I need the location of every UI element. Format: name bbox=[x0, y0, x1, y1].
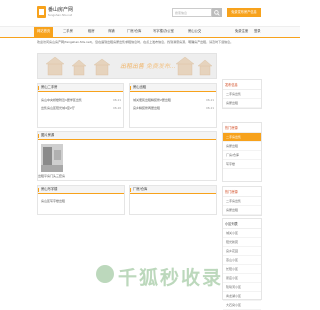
sidebar-communities: 小区列表 城关小区 阳光新苑 良乡花园 燕山小区 长阳小区 窦店小区 琉璃河小区… bbox=[222, 218, 262, 310]
publish-button[interactable]: 免费发布房产信息 bbox=[227, 8, 261, 17]
main-nav: 网站首页 二手房 租房 商铺 厂房/仓库 写字楼/办公室 房山公交 免费注册 登… bbox=[0, 26, 300, 38]
nav-bus[interactable]: 房山公交 bbox=[188, 27, 201, 37]
nav-shop[interactable]: 商铺 bbox=[108, 27, 115, 37]
sidebar-publish: 发布信息 二手房出售 房屋出租 bbox=[222, 79, 262, 109]
panel-rent: 房山出租 城关便民出租精装修2居出租 08-21 良乡精装修两居出租 08-21 bbox=[129, 83, 217, 128]
sidebar-item[interactable]: 二手房出售 bbox=[223, 197, 261, 206]
nav-factory[interactable]: 厂房/仓库 bbox=[127, 27, 141, 37]
sidebar-item[interactable]: 琉璃河小区 bbox=[223, 283, 261, 292]
sidebar-item[interactable]: 良乡花园 bbox=[223, 247, 261, 256]
search-input[interactable]: 搜索信息 bbox=[172, 8, 212, 17]
panel-title: 房山写字楼 bbox=[38, 186, 124, 194]
banner-text-1: 出租出售 bbox=[120, 63, 145, 70]
sidebar-item[interactable]: 二手房出售 bbox=[223, 90, 261, 99]
nav-register[interactable]: 免费注册 bbox=[235, 27, 248, 37]
house-logo-icon bbox=[37, 6, 46, 18]
sidebar-hot-2: 热门房源 二手房出售 房屋出租 bbox=[222, 186, 262, 216]
list-item[interactable]: 出售房山区阳光城4室2厅 bbox=[41, 106, 75, 110]
banner-text-2: 免费发布... bbox=[145, 63, 176, 70]
photo-caption[interactable]: 出租平房门头三套房 bbox=[38, 174, 65, 178]
list-date: 08-21 bbox=[113, 98, 122, 102]
logo-url: fangshan.fzls.net bbox=[48, 13, 73, 17]
watermark-text: 千狐秒收录 bbox=[118, 267, 224, 289]
listing-photo[interactable] bbox=[41, 144, 63, 172]
list-item[interactable]: 房山中央桥楼附近1居学区出售 bbox=[41, 98, 82, 102]
nav-login[interactable]: 登录 bbox=[254, 27, 261, 37]
site-logo[interactable]: 番山房产网 fangshan.fzls.net bbox=[37, 6, 77, 20]
sidebar-item[interactable]: 二手房出售 bbox=[223, 133, 261, 142]
list-date: 08-20 bbox=[113, 106, 122, 110]
panel-factory: 厂房/仓库 bbox=[129, 185, 217, 215]
panel-second-hand: 房山二手房 房山中央桥楼附近1居学区出售 08-21 出售房山区阳光城4室2厅 … bbox=[37, 83, 124, 128]
watermark-logo-icon bbox=[96, 265, 114, 283]
nav-second-hand[interactable]: 二手房 bbox=[63, 27, 73, 37]
logo-title: 番山房产网 bbox=[48, 7, 74, 13]
panel-title: 房山出租 bbox=[130, 84, 216, 92]
sidebar-title: 发布信息 bbox=[223, 80, 261, 90]
banner[interactable]: 出租出售 免费发布... bbox=[37, 53, 217, 79]
room-photo-icon bbox=[41, 144, 63, 172]
search-placeholder: 搜索信息 bbox=[175, 11, 188, 15]
list-item[interactable]: 良乡精装修两居出租 bbox=[133, 106, 160, 110]
list-date: 08-21 bbox=[206, 98, 215, 102]
sidebar-item[interactable]: 城关小区 bbox=[223, 229, 261, 238]
nav-office[interactable]: 写字楼/办公室 bbox=[153, 27, 174, 37]
header: 番山房产网 fangshan.fzls.net 搜索信息 免费发布房产信息 bbox=[0, 0, 300, 26]
site-notice: 欢迎访问房山房产网(fangshan.fzls.net)，您在遇到出租房屋出售求… bbox=[37, 40, 234, 44]
sidebar-item[interactable]: 房屋出租 bbox=[223, 142, 261, 151]
panel-title: 厂房/仓库 bbox=[130, 186, 216, 194]
sidebar-item[interactable]: 房屋出租 bbox=[223, 206, 261, 215]
banner-slogan: 出租出售 免费发布... bbox=[120, 61, 176, 70]
panel-title: 图片房源 bbox=[38, 132, 216, 140]
sidebar-hot: 热门房源 二手房出售 房屋出租 厂房/仓库 写字楼 bbox=[222, 122, 262, 182]
sidebar-title: 小区列表 bbox=[223, 219, 261, 229]
sidebar-item[interactable]: 大石窝小区 bbox=[223, 301, 261, 310]
nav-home[interactable]: 网站首页 bbox=[34, 27, 54, 37]
sidebar-title: 热门房源 bbox=[223, 187, 261, 197]
search-button[interactable] bbox=[212, 8, 222, 17]
sidebar-item[interactable]: 厂房/仓库 bbox=[223, 151, 261, 160]
search-icon bbox=[214, 9, 220, 16]
panel-title: 房山二手房 bbox=[38, 84, 123, 92]
sidebar-item[interactable]: 阳光新苑 bbox=[223, 238, 261, 247]
list-item[interactable]: 城关便民出租精装修2居出租 bbox=[133, 98, 171, 102]
sidebar-title: 热门房源 bbox=[223, 123, 261, 133]
sidebar-item[interactable]: 窦店小区 bbox=[223, 274, 261, 283]
panel-office: 房山写字楼 房山区写字楼出租 bbox=[37, 185, 125, 215]
sidebar-item[interactable]: 长阳小区 bbox=[223, 265, 261, 274]
list-item[interactable]: 房山区写字楼出租 bbox=[41, 199, 65, 203]
sidebar-item[interactable]: 房屋出租 bbox=[223, 99, 261, 108]
nav-rent[interactable]: 租房 bbox=[88, 27, 95, 37]
sidebar-item[interactable]: 写字楼 bbox=[223, 160, 261, 169]
sidebar-item[interactable]: 燕山小区 bbox=[223, 256, 261, 265]
list-date: 08-21 bbox=[206, 106, 215, 110]
